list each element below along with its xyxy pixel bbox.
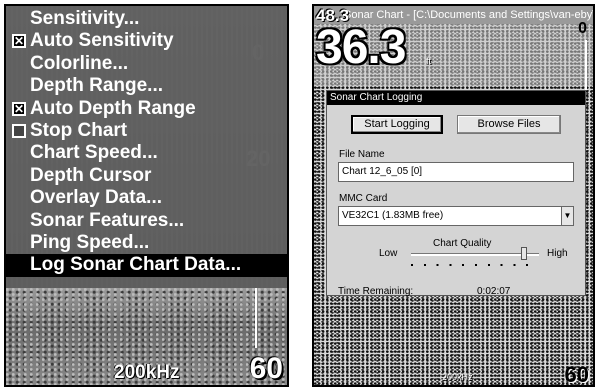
start-logging-button[interactable]: Start Logging (351, 115, 443, 134)
menu-item-auto-depth-range[interactable]: ✕ Auto Depth Range (6, 98, 287, 120)
depth-scale-bar (255, 288, 261, 348)
menu-item-sonar-features[interactable]: Sonar Features... (6, 210, 287, 232)
menu-item-label: Stop Chart (30, 119, 128, 141)
menu-item-stop-chart[interactable]: Stop Chart (6, 120, 287, 142)
scale-zero-label: 0 (578, 20, 587, 37)
depth-unit: ft (426, 56, 432, 66)
sonar-menu-screen: 0 20 Sensitivity... ✕Auto Sensitivity Co… (4, 4, 289, 387)
sonar-logging-screen: Sonar Chart - [C:\Documents and Settings… (312, 4, 595, 387)
file-name-input[interactable]: Chart 12_6_05 [0] (338, 162, 574, 182)
checkbox-unchecked-icon[interactable] (12, 123, 26, 138)
quality-high-label: High (547, 248, 568, 259)
chart-quality-label: Chart Quality (433, 238, 492, 249)
menu-item-label: Overlay Data... (30, 187, 163, 209)
checkbox-checked-icon[interactable]: ✕ (12, 34, 26, 49)
browse-files-button[interactable]: Browse Files (457, 115, 561, 134)
menu-item-auto-sensitivity[interactable]: ✕ Auto Sensitivity (6, 30, 287, 52)
depth-range-value: 60 (564, 362, 589, 387)
menu-item-sensitivity[interactable]: Sensitivity... (6, 8, 287, 30)
dialog-title: Sonar Chart Logging (327, 91, 585, 105)
slider-ticks (411, 264, 539, 266)
menu-item-depth-cursor[interactable]: Depth Cursor (6, 165, 287, 187)
menu-item-label: Depth Range... (30, 75, 164, 97)
quality-low-label: Low (379, 248, 398, 259)
depth-range-value: 60 (249, 352, 283, 385)
slider-thumb[interactable] (520, 247, 527, 260)
time-remaining-value: 0:02:07 (477, 286, 511, 297)
time-remaining-label: Time Remaining: (338, 286, 414, 297)
menu-item-label: Log Sonar Chart Data... (30, 254, 242, 276)
frequency-label: 200kHz (442, 372, 473, 382)
menu-item-label: Sonar Features... (30, 209, 185, 231)
mmc-card-label: MMC Card (339, 193, 388, 204)
menu-item-label: Auto Depth Range (30, 97, 196, 119)
menu-item-label: Sensitivity... (30, 8, 140, 29)
frequency-label: 200kHz (114, 362, 180, 383)
dropdown-arrow-icon[interactable]: ▼ (561, 207, 573, 225)
depth-scale-bar (585, 40, 587, 90)
sonar-chart-logging-dialog: Sonar Chart Logging Start Logging Browse… (326, 90, 586, 297)
file-name-label: File Name (339, 149, 385, 160)
menu-item-label: Auto Sensitivity (30, 30, 174, 52)
checkbox-checked-icon[interactable]: ✕ (12, 101, 26, 116)
menu-item-colorline[interactable]: Colorline... (6, 53, 287, 75)
big-depth-readout: 36.3 (316, 21, 406, 74)
mmc-card-select[interactable]: VE32C1 (1.83MB free) ▼ (338, 206, 574, 226)
menu-item-log-sonar-chart-data[interactable]: Log Sonar Chart Data... (6, 254, 287, 277)
menu-item-overlay-data[interactable]: Overlay Data... (6, 187, 287, 209)
menu-item-ping-speed[interactable]: Ping Speed... (6, 232, 287, 254)
menu-item-label: Depth Cursor (30, 164, 152, 186)
menu-item-label: Colorline... (30, 52, 129, 74)
sonar-menu: Sensitivity... ✕ Auto Sensitivity Colorli… (6, 6, 287, 288)
menu-item-depth-range[interactable]: Depth Range... (6, 75, 287, 97)
menu-item-chart-speed[interactable]: Chart Speed... (6, 142, 287, 164)
menu-item-label: Ping Speed... (30, 231, 150, 253)
menu-item-label: Chart Speed... (30, 142, 158, 164)
mmc-card-value: VE32C1 (1.83MB free) (342, 210, 444, 221)
